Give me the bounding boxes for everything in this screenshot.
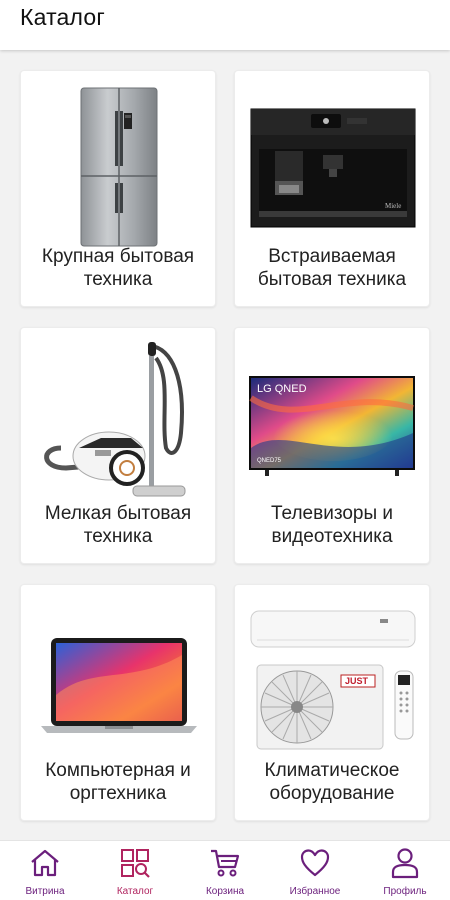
- bottom-navigation: Витрина Каталог Корзина Избранное Профил…: [0, 840, 450, 900]
- nav-label: Корзина: [205, 886, 245, 897]
- app-header: Каталог: [0, 0, 450, 50]
- tv-brand-text: LG QNED: [257, 383, 307, 395]
- heart-icon: [300, 849, 330, 877]
- nav-item-cart[interactable]: Корзина: [180, 841, 270, 900]
- category-label: Компьютерная и оргтехника: [45, 760, 191, 804]
- nav-label: Избранное: [289, 886, 341, 897]
- category-card-tv-video[interactable]: LG QNED QNED75 Телевизоры и видеотехника: [234, 327, 430, 564]
- nav-label: Витрина: [25, 886, 65, 897]
- category-card-climate[interactable]: JUST Климатическое оборудование: [234, 584, 430, 821]
- ac-brand-text: JUST: [345, 676, 369, 686]
- coffee-machine-image: Miele: [250, 108, 416, 228]
- category-card-computers[interactable]: Компьютерная и оргтехника: [20, 584, 216, 821]
- home-icon: [31, 849, 59, 877]
- laptop-image: [41, 638, 197, 733]
- air-conditioner-image: JUST: [250, 610, 416, 750]
- nav-label: Каталог: [116, 886, 154, 897]
- category-label: Встраиваемая бытовая техника: [257, 246, 407, 290]
- page-title: Каталог: [20, 4, 106, 30]
- tv-model-text: QNED75: [257, 458, 282, 464]
- nav-item-favorites[interactable]: Избранное: [270, 841, 360, 900]
- category-card-large-appliances[interactable]: Крупная бытовая техника: [20, 70, 216, 307]
- nav-item-catalog[interactable]: Каталог: [90, 841, 180, 900]
- vacuum-cleaner-image: [44, 342, 186, 497]
- category-label: Крупная бытовая техника: [41, 246, 195, 290]
- category-grid: Крупная бытовая техника Miele Встраиваем…: [0, 50, 450, 840]
- refrigerator-image: [80, 87, 158, 247]
- coffee-brand-text: Miele: [385, 202, 401, 210]
- profile-icon: [391, 848, 419, 879]
- cart-icon: [211, 849, 240, 877]
- category-label: Климатическое оборудование: [264, 760, 400, 804]
- nav-item-showcase[interactable]: Витрина: [0, 841, 90, 900]
- category-card-small-appliances[interactable]: Мелкая бытовая техника: [20, 327, 216, 564]
- category-label: Телевизоры и видеотехника: [270, 503, 393, 547]
- category-card-built-in-appliances[interactable]: Miele Встраиваемая бытовая техника: [234, 70, 430, 307]
- nav-label: Профиль: [383, 886, 427, 897]
- tv-image: LG QNED QNED75: [249, 376, 415, 476]
- catalog-icon: [121, 849, 150, 878]
- category-label: Мелкая бытовая техника: [44, 503, 192, 547]
- nav-item-profile[interactable]: Профиль: [360, 841, 450, 900]
